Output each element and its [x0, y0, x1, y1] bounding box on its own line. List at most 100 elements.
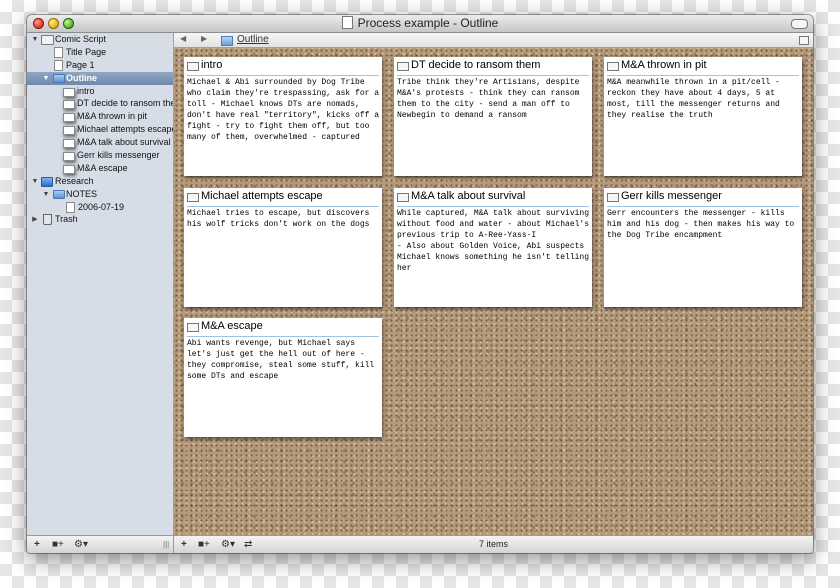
index-card-icon [397, 193, 409, 202]
index-card-ma-escape[interactable]: M&A escape Abi wants revenge, but Michae… [184, 318, 382, 437]
binder-item-dt-decide[interactable]: DT decide to ransom the [27, 97, 173, 110]
binder-item-2006-07-19[interactable]: 2006-07-19 [27, 201, 173, 214]
page-icon [66, 201, 75, 213]
disclosure-triangle-icon[interactable]: ▶ [31, 213, 39, 226]
split-view-button[interactable] [799, 36, 809, 45]
binder-item-page-1[interactable]: Page 1 [27, 59, 173, 72]
app-window: Process example - Outline ▼ Comic Script… [27, 15, 813, 553]
index-card-gerr-kills-messenger[interactable]: Gerr kills messenger Gerr encounters the… [604, 188, 802, 307]
binder-item-label: Research [55, 175, 94, 186]
index-card-icon [397, 62, 409, 71]
disclosure-triangle-icon[interactable]: ▼ [42, 72, 50, 85]
index-card-icon [607, 193, 619, 202]
binder-item-label: NOTES [66, 188, 98, 199]
back-button[interactable]: ◀ [180, 34, 186, 43]
card-divider [187, 336, 379, 337]
trash-icon [43, 214, 52, 226]
disclosure-triangle-icon[interactable]: ▼ [42, 188, 50, 201]
card-divider [397, 75, 589, 76]
binder-item-comic-script[interactable]: ▼ Comic Script [27, 33, 173, 46]
title-bar: Process example - Outline [27, 15, 813, 33]
binder-item-label: 2006-07-19 [78, 201, 125, 212]
card-synopsis[interactable]: Michael & Abi surrounded by Dog Tribe wh… [187, 77, 380, 143]
sidebar-bottom-bar: + ■+ ⚙▾ ||| [27, 535, 174, 553]
card-divider [607, 206, 799, 207]
editor-title-link[interactable]: Outline [237, 34, 269, 45]
gear-menu-button[interactable]: ⚙▾ [74, 539, 88, 551]
index-card-icon [63, 100, 75, 110]
index-card-icon [63, 113, 75, 123]
index-card-dt-decide[interactable]: DT decide to ransom them Tribe think the… [394, 57, 592, 176]
binder-item-ma-escape[interactable]: M&A escape [27, 162, 173, 175]
binder-item-notes[interactable]: ▼ NOTES [27, 188, 173, 201]
card-title[interactable]: M&A talk about survival [411, 190, 525, 202]
index-card-ma-talk-about-survival[interactable]: M&A talk about survival While captured, … [394, 188, 592, 307]
binder-item-label: Trash [55, 214, 78, 225]
card-title[interactable]: intro [201, 59, 222, 71]
index-card-icon [607, 62, 619, 71]
binder-item-label: DT decide to ransom the [77, 98, 174, 109]
draft-icon [41, 35, 54, 45]
card-synopsis[interactable]: Abi wants revenge, but Michael says let'… [187, 338, 380, 382]
index-card-icon [63, 87, 75, 97]
card-divider [187, 75, 379, 76]
card-divider [607, 75, 799, 76]
index-card-icon [63, 164, 75, 174]
index-card-intro[interactable]: intro Michael & Abi surrounded by Dog Tr… [184, 57, 382, 176]
binder-item-label: intro [77, 85, 95, 96]
disclosure-triangle-icon[interactable]: ▼ [31, 175, 39, 188]
sidebar-resize-handle[interactable]: ||| [163, 539, 169, 551]
forward-button[interactable]: ▶ [201, 34, 207, 43]
add-item-button[interactable]: + [34, 539, 40, 551]
window-title: Process example - Outline [357, 16, 499, 30]
card-synopsis[interactable]: Michael tries to escape, but discovers h… [187, 208, 380, 230]
binder-item-label: M&A thrown in pit [77, 111, 148, 122]
card-title[interactable]: M&A escape [201, 320, 263, 332]
binder-item-gerr-kills-messenger[interactable]: Gerr kills messenger [27, 149, 173, 162]
toolbar-toggle-button[interactable] [791, 19, 808, 29]
binder-item-outline[interactable]: ▼ Outline [27, 71, 173, 85]
binder-item-label: M&A escape [77, 162, 128, 173]
card-title[interactable]: Michael attempts escape [201, 190, 323, 202]
research-folder-icon [41, 176, 53, 187]
item-count-label: 7 items [478, 539, 508, 549]
binder-item-trash[interactable]: ▶ Trash [27, 213, 173, 226]
card-divider [397, 206, 589, 207]
card-title[interactable]: Gerr kills messenger [621, 190, 722, 202]
page-icon [54, 59, 63, 71]
binder-sidebar: ▼ Comic Script Title Page Page 1 ▼ Outli… [27, 33, 174, 535]
binder-item-label: Gerr kills messenger [77, 150, 160, 161]
index-card-icon [187, 193, 199, 202]
card-synopsis[interactable]: Tribe think they're Artisians, despite M… [397, 77, 590, 121]
binder-item-intro[interactable]: intro [27, 85, 173, 98]
binder-item-label: Comic Script [55, 34, 107, 44]
index-card-icon [187, 323, 199, 332]
binder-item-label: Michael attempts escape [77, 124, 174, 135]
folder-icon [221, 36, 233, 46]
binder-item-michael-attempts-escape[interactable]: Michael attempts escape [27, 123, 173, 136]
document-icon [341, 16, 353, 29]
card-synopsis[interactable]: Gerr encounters the messenger - kills hi… [607, 208, 800, 241]
index-card-icon [63, 139, 75, 149]
index-card-icon [63, 126, 75, 136]
disclosure-triangle-icon[interactable]: ▼ [31, 33, 39, 46]
index-card-icon [63, 152, 75, 162]
corkboard: intro Michael & Abi surrounded by Dog Tr… [174, 48, 813, 535]
card-divider [187, 206, 379, 207]
folder-icon [53, 73, 65, 83]
index-card-michael-attempts-escape[interactable]: Michael attempts escape Michael tries to… [184, 188, 382, 307]
binder-item-label: Page 1 [66, 59, 95, 70]
binder-item-research[interactable]: ▼ Research [27, 175, 173, 188]
card-title[interactable]: M&A thrown in pit [621, 59, 707, 71]
card-synopsis[interactable]: M&A meanwhile thrown in a pit/cell - rec… [607, 77, 800, 121]
editor-header-bar: ◀ ▶ Outline [174, 33, 813, 48]
card-synopsis[interactable]: While captured, M&A talk about surviving… [397, 208, 590, 274]
binder-item-ma-talk-about-survival[interactable]: M&A talk about survival [27, 136, 173, 149]
binder-item-ma-thrown-in-pit[interactable]: M&A thrown in pit [27, 110, 173, 123]
index-card-ma-thrown-in-pit[interactable]: M&A thrown in pit M&A meanwhile thrown i… [604, 57, 802, 176]
binder-item-title-page[interactable]: Title Page [27, 46, 173, 59]
binder-item-label: Outline [66, 72, 97, 83]
folder-icon [53, 189, 65, 199]
add-folder-button[interactable]: ■+ [52, 539, 64, 551]
card-title[interactable]: DT decide to ransom them [411, 59, 540, 71]
